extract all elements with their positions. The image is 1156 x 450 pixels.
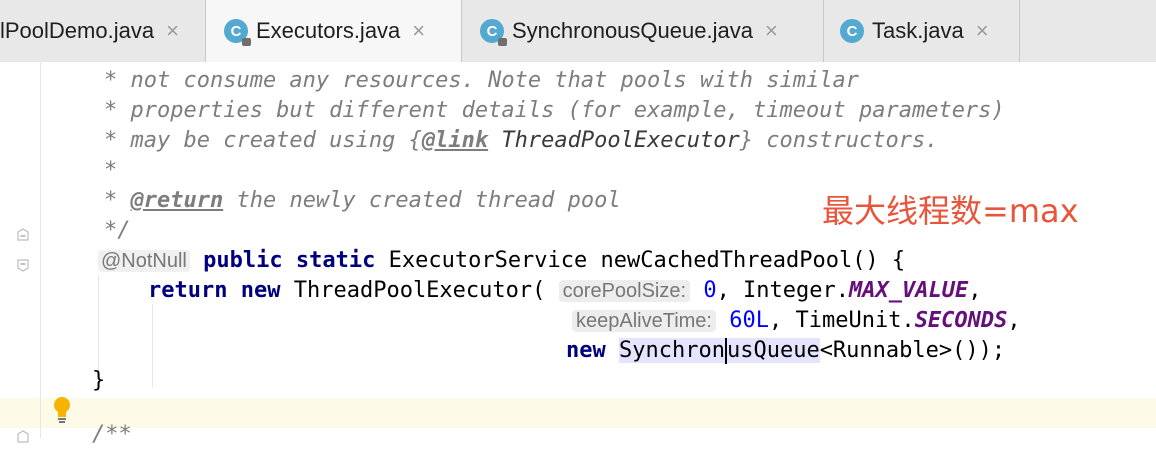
- indent-guide: [152, 304, 153, 388]
- fold-marker-icon[interactable]: [16, 228, 30, 242]
- tab-pooldemo[interactable]: lPoolDemo.java ×: [0, 0, 206, 62]
- javadoc-return-tag: @return: [130, 188, 224, 213]
- annotation-notnull: @NotNull: [98, 250, 190, 272]
- tab-executors[interactable]: C Executors.java ×: [206, 0, 462, 62]
- code-line-12: /**: [92, 422, 132, 447]
- tab-label: lPoolDemo.java: [0, 18, 155, 43]
- code-line-2: * properties but different details (for …: [104, 98, 1005, 123]
- close-icon[interactable]: ×: [765, 18, 778, 44]
- class-icon: C: [840, 19, 864, 43]
- code-line-3: * may be created using {@link ThreadPool…: [104, 128, 939, 153]
- tab-synchronousqueue[interactable]: C SynchronousQueue.java ×: [462, 0, 824, 62]
- annotation-note: 最大线程数=max: [822, 192, 1079, 230]
- lightbulb-icon[interactable]: [52, 395, 72, 425]
- javadoc-link-tag[interactable]: @link: [422, 128, 488, 153]
- parameter-hint-keepalivetime: keepAliveTime:: [572, 310, 716, 332]
- code-line-5: * @return the newly created thread pool: [104, 188, 621, 213]
- class-locked-icon: C: [480, 19, 507, 46]
- code-line-6: */: [104, 218, 131, 243]
- close-icon[interactable]: ×: [166, 18, 179, 44]
- javadoc-link-target[interactable]: ThreadPoolExecutor: [488, 128, 739, 153]
- current-line-highlight: [0, 398, 1156, 428]
- fold-marker-icon[interactable]: [16, 430, 30, 444]
- code-line-11: }: [92, 368, 106, 393]
- code-line-4: *: [104, 158, 118, 183]
- code-line-7: @NotNull public static ExecutorService n…: [98, 246, 905, 276]
- code-line-1: * not consume any resources. Note that p…: [104, 68, 859, 93]
- class-locked-icon: C: [224, 19, 251, 46]
- code-line-9: keepAliveTime: 60L, TimeUnit.SECONDS,: [572, 306, 1021, 336]
- code-editor[interactable]: * not consume any resources. Note that p…: [0, 62, 1156, 447]
- tab-label: Task.java: [872, 18, 964, 43]
- close-icon[interactable]: ×: [976, 18, 989, 44]
- tab-label: SynchronousQueue.java: [512, 18, 753, 43]
- code-line-8: return new ThreadPoolExecutor( corePoolS…: [148, 278, 982, 303]
- tab-task[interactable]: C Task.java ×: [824, 0, 1020, 62]
- code-line-10: new SynchronusQueue<Runnable>());: [566, 338, 1006, 364]
- close-icon[interactable]: ×: [412, 18, 425, 44]
- highlighted-identifier[interactable]: SynchronusQueue: [619, 338, 820, 364]
- editor-tab-bar: lPoolDemo.java × C Executors.java × C Sy…: [0, 0, 1156, 63]
- tab-label: Executors.java: [256, 18, 401, 43]
- parameter-hint-corepoolsize: corePoolSize:: [558, 280, 691, 302]
- gutter-divider: [40, 62, 41, 438]
- fold-marker-icon[interactable]: [16, 258, 30, 272]
